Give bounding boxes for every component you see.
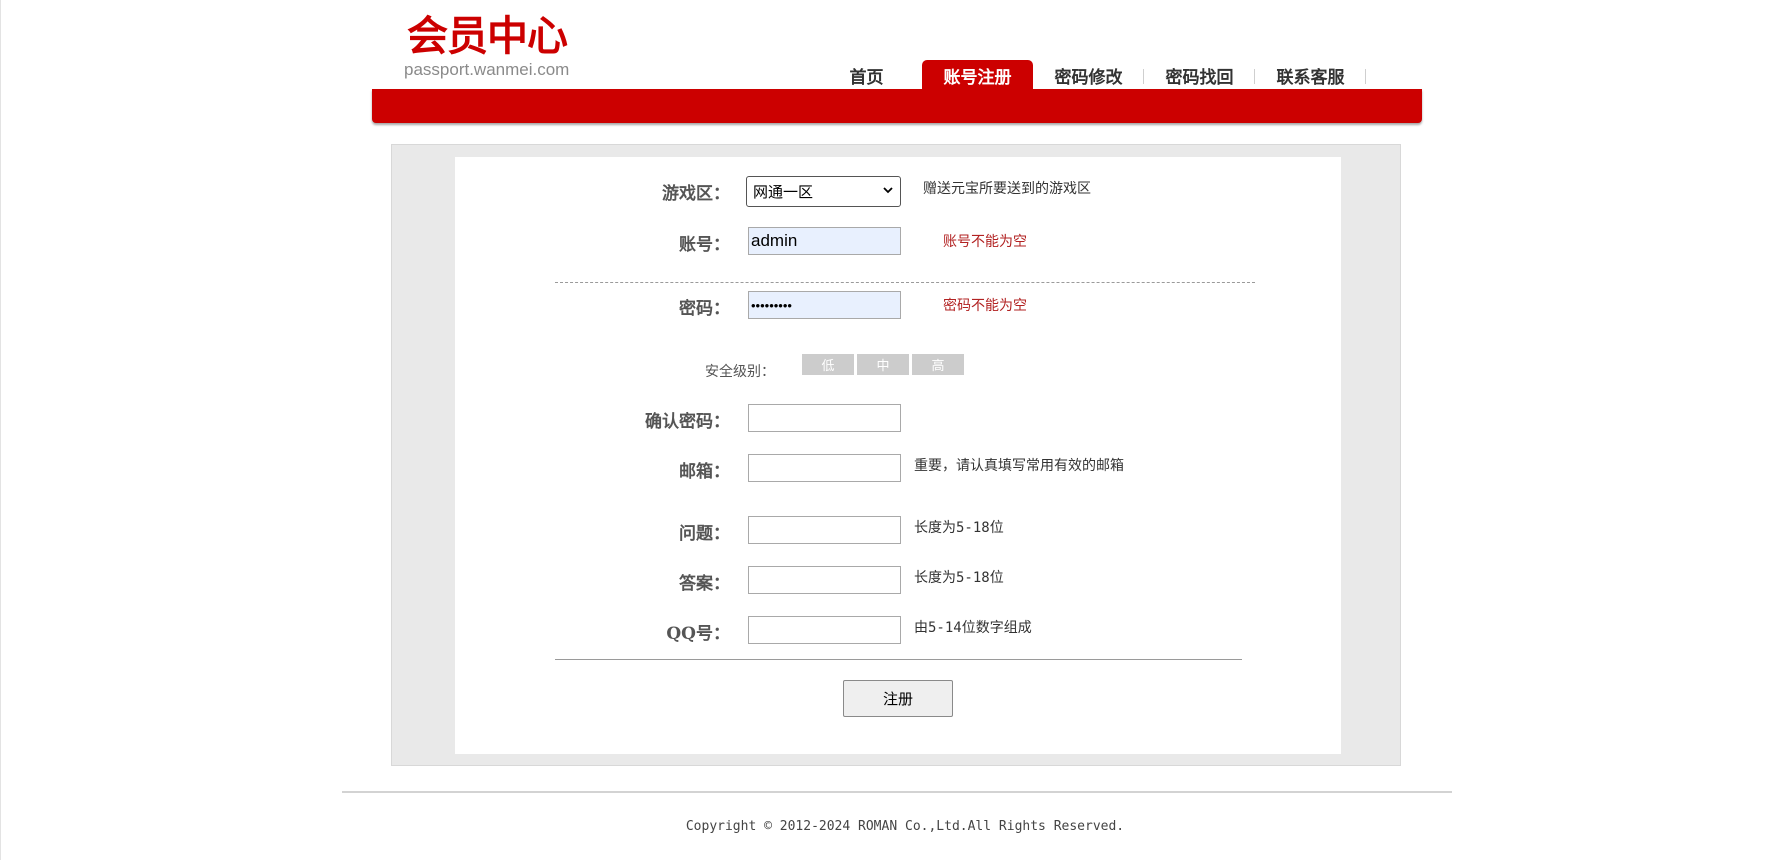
nav-item-home[interactable]: 首页 xyxy=(811,61,922,90)
qq-hint: 由5-14位数字组成 xyxy=(914,620,1032,636)
nav-item-label: 密码找回 xyxy=(1165,68,1234,88)
nav-item-label: 密码修改 xyxy=(1054,68,1123,88)
nav-item-label: 联系客服 xyxy=(1276,68,1345,88)
account-input[interactable] xyxy=(748,227,901,255)
nav-item-recover-password[interactable]: 密码找回 xyxy=(1144,61,1255,90)
register-submit-button[interactable]: 注册 xyxy=(843,680,953,717)
question-label: 问题： xyxy=(679,524,730,544)
security-level-low: 低 xyxy=(802,354,854,375)
qq-input[interactable] xyxy=(748,616,901,644)
logo-subtitle: passport.wanmei.com xyxy=(404,60,570,79)
nav-item-change-password[interactable]: 密码修改 xyxy=(1033,61,1144,90)
page: 会员中心 passport.wanmei.com 首页 账号注册 密码修改 密码… xyxy=(0,0,1791,860)
account-error: 账号不能为空 xyxy=(943,234,1027,250)
confirm-password-input[interactable] xyxy=(748,404,901,432)
security-level-label: 安全级别： xyxy=(705,364,775,380)
question-input[interactable] xyxy=(748,516,901,544)
password-label: 密码： xyxy=(679,299,730,319)
header-red-bar xyxy=(372,89,1422,123)
answer-input[interactable] xyxy=(748,566,901,594)
game-zone-select[interactable]: 网通一区 xyxy=(746,176,901,207)
logo-title[interactable]: 会员中心 xyxy=(407,16,568,57)
chevron-down-icon xyxy=(882,184,894,200)
security-level-high: 高 xyxy=(912,354,964,375)
confirm-password-label: 确认密码： xyxy=(645,412,730,432)
nav-separator xyxy=(1365,69,1366,84)
footer-copyright: Copyright © 2012-2024 ROMAN Co.,Ltd.All … xyxy=(685,819,1125,834)
game-zone-label: 游戏区： xyxy=(662,184,730,204)
main-nav: 首页 账号注册 密码修改 密码找回 联系客服 xyxy=(811,59,1366,90)
nav-item-register[interactable]: 账号注册 xyxy=(922,60,1033,90)
answer-hint: 长度为5-18位 xyxy=(914,570,1004,586)
password-error: 密码不能为空 xyxy=(943,298,1027,314)
qq-label: QQ号： xyxy=(666,624,730,644)
form-bottom-divider xyxy=(555,659,1242,660)
email-hint: 重要，请认真填写常用有效的邮箱 xyxy=(914,458,1124,474)
answer-label: 答案： xyxy=(679,574,730,594)
game-zone-hint: 赠送元宝所要送到的游戏区 xyxy=(923,181,1091,197)
email-input[interactable] xyxy=(748,454,901,482)
nav-item-label: 首页 xyxy=(849,68,884,88)
security-level-medium: 中 xyxy=(857,354,909,375)
account-label: 账号： xyxy=(679,235,730,255)
email-label: 邮箱： xyxy=(679,462,730,482)
footer-divider xyxy=(342,791,1452,793)
nav-item-label: 账号注册 xyxy=(943,67,1012,88)
dashed-divider xyxy=(555,282,1255,283)
page-left-border xyxy=(0,0,1,860)
game-zone-selected: 网通一区 xyxy=(753,183,814,201)
nav-item-contact-support[interactable]: 联系客服 xyxy=(1255,61,1366,90)
question-hint: 长度为5-18位 xyxy=(914,520,1004,536)
password-input[interactable] xyxy=(748,291,901,319)
